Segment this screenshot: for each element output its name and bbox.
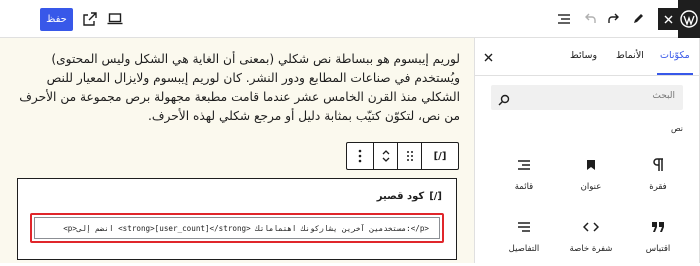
shortcode-block-icon[interactable]: [/]: [421, 143, 458, 169]
shortcode-icon: [/]: [429, 191, 442, 202]
shortcode-block-label: [/] كود قصير: [377, 191, 442, 202]
block-item-code[interactable]: شفرة خاصة: [560, 218, 622, 266]
code-icon: [583, 218, 599, 236]
save-button[interactable]: حفظ: [40, 8, 73, 31]
block-item-label: فقرة: [649, 182, 667, 192]
block-item-label: قائمة: [514, 182, 534, 192]
undo-icon[interactable]: [580, 9, 600, 29]
block-item-label: شفرة خاصة: [569, 244, 613, 254]
shortcode-input[interactable]: <p>انضم إلى <strong>[user_count]</strong…: [34, 217, 440, 239]
block-item-list[interactable]: قائمة: [493, 156, 555, 204]
shortcode-input-text: <p>انضم إلى <strong>[user_count]</strong…: [63, 223, 429, 233]
quote-icon: [651, 218, 665, 236]
block-item-label: عنوان: [580, 182, 602, 192]
paragraph-block[interactable]: لوريم إيبسوم هو ببساطة نص شكلي (بمعنى أن…: [14, 50, 460, 126]
drag-handle-icon[interactable]: [397, 143, 421, 169]
heading-bookmark-icon: [586, 156, 596, 174]
block-item-label: التفاصيل: [508, 244, 540, 254]
device-preview-icon[interactable]: [105, 9, 125, 29]
block-item-quote[interactable]: اقتباس: [627, 218, 689, 266]
close-inserter-icon[interactable]: [658, 8, 678, 30]
tab-media[interactable]: وسائط: [570, 50, 597, 61]
editor-canvas: لوريم إيبسوم هو ببساطة نص شكلي (بمعنى أن…: [0, 38, 474, 263]
block-item-heading[interactable]: عنوان: [560, 156, 622, 204]
search-placeholder: البحث: [652, 91, 675, 101]
redo-icon[interactable]: [604, 9, 624, 29]
close-icon[interactable]: [481, 50, 495, 64]
shortcode-block[interactable]: [/] كود قصير <p>انضم إلى <strong>[user_c…: [17, 178, 457, 260]
editor-top-toolbar: حفظ: [0, 0, 700, 38]
list-icon: [517, 156, 531, 174]
shortcode-label-text: كود قصير: [376, 191, 425, 202]
tab-blocks[interactable]: مكوّنات: [660, 50, 690, 61]
block-inserter-panel: مكوّنات الأنماط وسائط البحث نص فقرة عنوا…: [474, 38, 700, 263]
search-icon: [498, 91, 510, 110]
block-toolbar: [/]: [346, 142, 459, 170]
move-up-down-icon[interactable]: [373, 143, 397, 169]
block-options-button[interactable]: [347, 143, 373, 169]
active-tab-indicator: [657, 73, 693, 75]
document-overview-icon[interactable]: [554, 9, 574, 29]
details-icon: [517, 218, 531, 236]
paragraph-icon: [652, 156, 664, 174]
block-item-details[interactable]: التفاصيل: [493, 218, 555, 266]
shortcode-input-highlight: <p>انضم إلى <strong>[user_count]</strong…: [30, 213, 444, 243]
block-search-input[interactable]: البحث: [491, 85, 683, 110]
view-external-icon[interactable]: [80, 9, 100, 29]
block-item-paragraph[interactable]: فقرة: [627, 156, 689, 204]
inserter-tabs: مكوّنات الأنماط وسائط: [475, 38, 700, 76]
tools-pencil-icon[interactable]: [628, 9, 648, 29]
category-title-text: نص: [670, 124, 683, 133]
block-item-label: اقتباس: [645, 244, 671, 254]
wordpress-logo-icon[interactable]: [678, 0, 700, 38]
tab-patterns[interactable]: الأنماط: [616, 50, 644, 61]
